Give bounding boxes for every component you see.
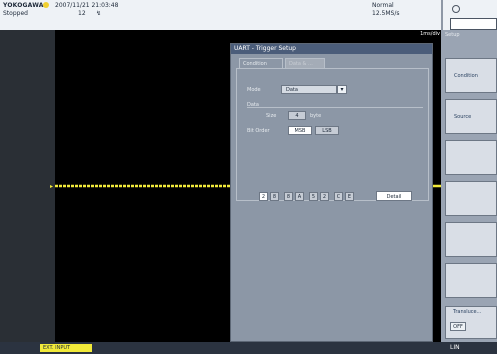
hex-digit-4[interactable]: A [295,192,304,201]
translucent-off[interactable]: OFF [450,322,466,331]
soft-key-5[interactable] [445,222,497,257]
bottom-bar: EXT. INPUT LIN [0,342,497,354]
acq-count: 12 [78,10,86,17]
hex-digit-7[interactable]: C [334,192,343,201]
sample-rate: 12.5MS/s [372,10,400,17]
size-label: Size [266,113,277,119]
size-field[interactable]: 4 [288,111,306,120]
size-unit: byte [310,113,322,119]
soft-key-translucent[interactable]: Transluce... OFF [445,306,497,339]
status-separator [441,0,443,30]
status-indicator-icon [43,2,49,8]
run-status: Stopped [3,10,28,17]
tab-data[interactable]: Data & ... [285,58,325,68]
trigger-setup-dialog: UART - Trigger Setup Condition Data & ..… [230,43,433,342]
side-setup-label: Setup [445,32,460,38]
bit-order-lsb[interactable]: LSB [315,126,339,135]
detail-button[interactable]: Detail [376,191,412,201]
translucent-label: Transluce... [453,309,482,315]
soft-key-source[interactable]: Source [445,99,497,134]
date-time: 2007/11/21 21:03:48 [55,2,119,9]
soft-key-6[interactable] [445,263,497,298]
mode-label: Mode [247,87,261,93]
hex-digit-3[interactable]: 8 [284,192,293,201]
circle-icon [452,5,460,13]
acquisition-mode: Normal [372,2,394,9]
trigger-level-marker-icon: ▸ [50,183,54,190]
ext-input-badge: EXT. INPUT [40,344,92,352]
hex-digit-1[interactable]: 2 [259,192,268,201]
bit-order-label: Bit Order [247,128,270,134]
acq-mode-icon: ↯ [96,10,102,17]
soft-key-4[interactable] [445,181,497,216]
chevron-down-icon[interactable]: ▾ [337,85,347,94]
bit-order-msb[interactable]: MSB [288,126,312,135]
lin-label: LIN [450,344,460,351]
top-status-bar: YOKOGAWA Stopped 2007/11/21 21:03:48 12 … [0,0,497,30]
hex-digit-8[interactable]: E [345,192,354,201]
mode-select[interactable]: Data [281,85,337,94]
side-menu: Setup Condition Source Transluce... OFF [441,30,497,342]
dialog-title: UART - Trigger Setup [231,44,432,54]
brand-logo: YOKOGAWA [3,2,44,9]
hex-digit-6[interactable]: 2 [320,192,329,201]
tab-condition[interactable]: Condition [239,58,283,68]
hex-digit-2[interactable]: 8 [270,192,279,201]
soft-key-3[interactable] [445,140,497,175]
top-right-field[interactable] [450,18,497,30]
data-divider [247,107,423,108]
waveform-left-margin [0,30,55,342]
hex-digit-5[interactable]: 5 [309,192,318,201]
soft-key-condition[interactable]: Condition [445,58,497,93]
